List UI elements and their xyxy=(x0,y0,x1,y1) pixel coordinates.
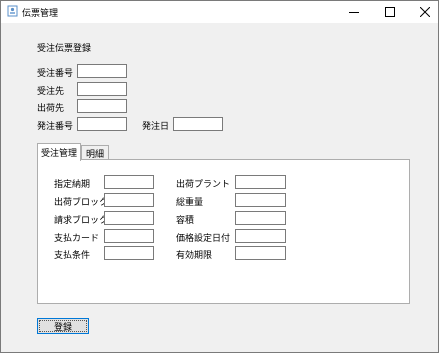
po-date-label: 発注日 xyxy=(142,122,170,132)
shipping-block-input[interactable] xyxy=(104,193,154,207)
billing-block-label: 請求ブロック xyxy=(54,216,109,226)
volume-input[interactable] xyxy=(235,211,286,225)
minimize-icon xyxy=(349,12,359,13)
payment-terms-input[interactable] xyxy=(104,246,154,260)
expiry-date-input[interactable] xyxy=(235,246,286,260)
order-number-label: 受注番号 xyxy=(37,69,74,79)
billing-block-input[interactable] xyxy=(104,211,154,225)
maximize-icon xyxy=(385,7,395,17)
order-number-input[interactable] xyxy=(77,64,127,78)
pricing-date-label: 価格設定日付 xyxy=(176,234,231,244)
customer-input[interactable] xyxy=(77,82,127,96)
close-icon xyxy=(420,7,430,17)
tab-label: 受注管理 xyxy=(40,149,77,159)
volume-label: 容積 xyxy=(176,216,195,226)
po-number-label: 発注番号 xyxy=(37,122,74,132)
minimize-button[interactable] xyxy=(337,1,371,23)
payment-card-input[interactable] xyxy=(104,229,154,243)
delivery-date-label: 指定納期 xyxy=(54,180,91,190)
customer-label: 受注先 xyxy=(37,87,65,97)
ship-to-input[interactable] xyxy=(77,99,127,113)
focus-outline xyxy=(39,320,87,332)
title-bar[interactable]: 伝票管理 xyxy=(1,1,438,23)
expiry-date-label: 有効期限 xyxy=(176,251,213,261)
shipping-plant-input[interactable] xyxy=(235,175,286,189)
payment-terms-label: 支払条件 xyxy=(54,251,91,261)
pricing-date-input[interactable] xyxy=(235,229,286,243)
app-window: 伝票管理 受注伝票登録 受注番号 受注先 出荷先 発注番号 発注日 受注管理 明… xyxy=(0,0,439,353)
register-button[interactable]: 登録 xyxy=(37,318,89,334)
close-button[interactable] xyxy=(408,1,439,23)
shipping-plant-label: 出荷プラント xyxy=(176,180,231,190)
window-title: 伝票管理 xyxy=(22,9,59,19)
maximize-button[interactable] xyxy=(373,1,407,23)
po-date-input[interactable] xyxy=(173,117,223,131)
po-number-input[interactable] xyxy=(77,117,127,131)
app-icon xyxy=(7,5,18,17)
payment-card-label: 支払カード xyxy=(54,234,100,244)
gross-weight-label: 総重量 xyxy=(176,198,204,208)
tab-order-management[interactable]: 受注管理 xyxy=(37,143,81,161)
ship-to-label: 出荷先 xyxy=(37,104,65,114)
delivery-date-input[interactable] xyxy=(104,175,154,189)
shipping-block-label: 出荷ブロック xyxy=(54,198,109,208)
form-heading: 受注伝票登録 xyxy=(37,44,92,54)
gross-weight-input[interactable] xyxy=(235,193,286,207)
